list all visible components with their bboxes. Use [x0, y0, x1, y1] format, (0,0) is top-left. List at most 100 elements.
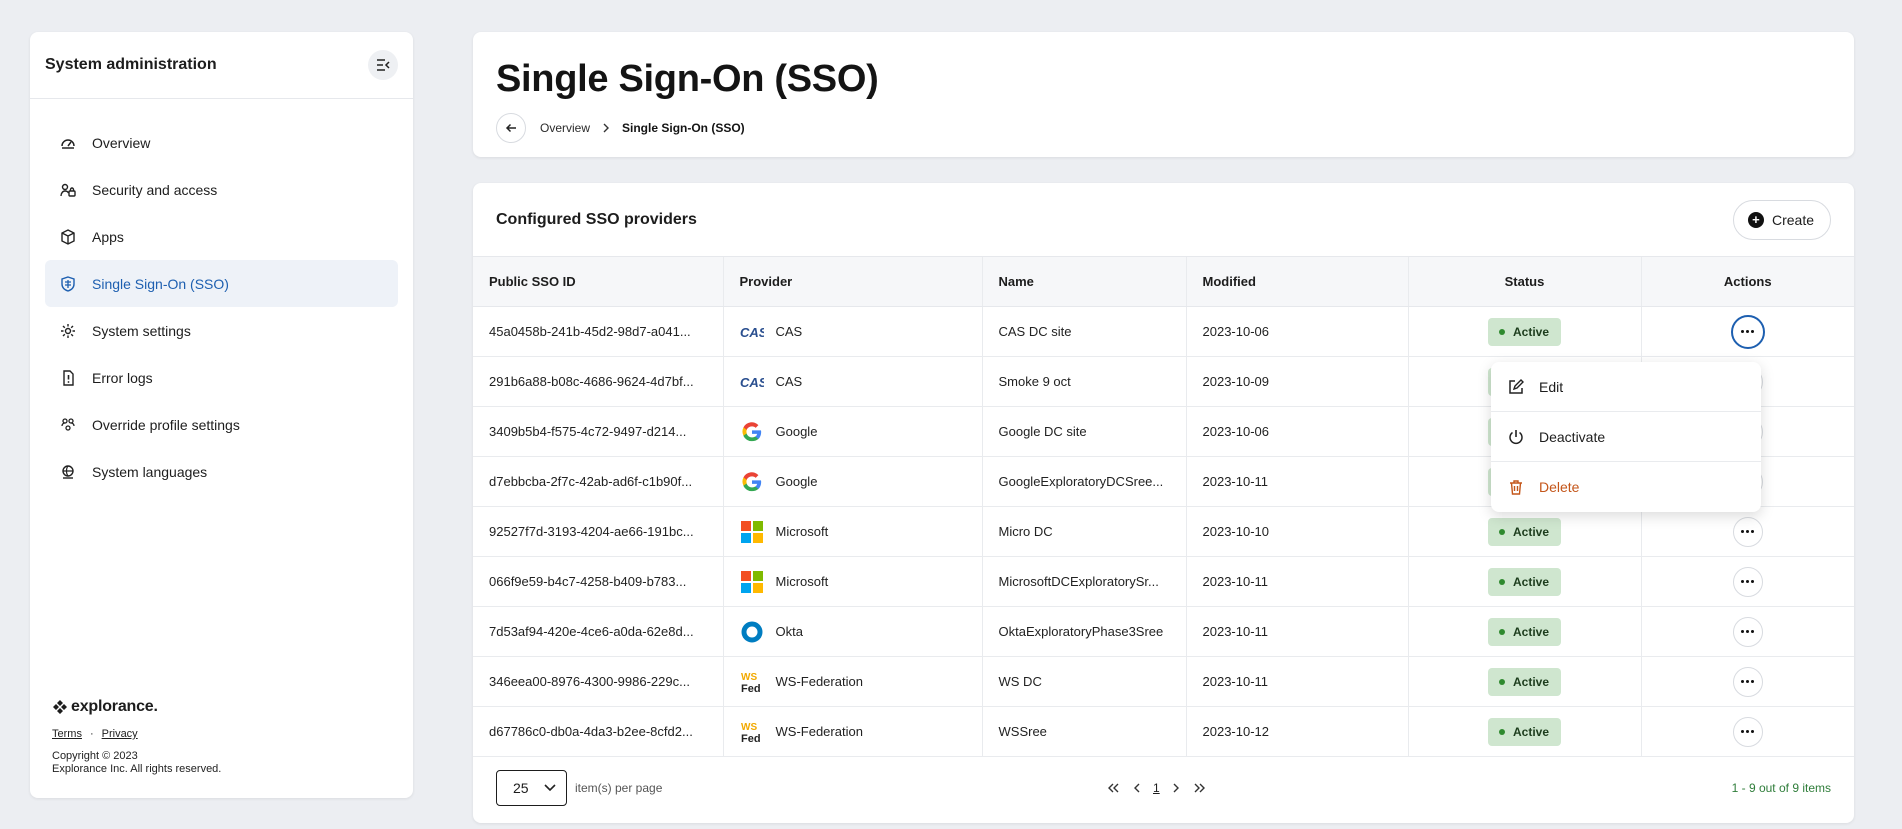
cell-name: Google DC site — [981, 406, 1186, 457]
status-dot-icon — [1498, 328, 1505, 335]
sidebar-item-apps[interactable]: Apps — [45, 213, 398, 260]
row-actions-button[interactable] — [1730, 314, 1765, 349]
column-header-public-id[interactable]: Public SSO ID — [473, 256, 723, 307]
last-page-icon[interactable] — [1188, 776, 1212, 800]
sidebar-item-sso[interactable]: Single Sign-On (SSO) — [45, 260, 398, 307]
copyright-line: Explorance Inc. All rights reserved. — [52, 763, 222, 775]
more-dot — [1746, 530, 1750, 533]
page-number[interactable]: 1 — [1149, 781, 1164, 795]
status-badge: Active — [1487, 567, 1562, 596]
prev-page-icon[interactable] — [1125, 776, 1149, 800]
sidebar-item-overview[interactable]: Overview — [45, 119, 398, 166]
pagination: 25 item(s) per page 1 1 - 9 out of 9 ite… — [473, 753, 1854, 823]
cell-public-id: 45a0458b-241b-45d2-98d7-a041... — [473, 306, 723, 357]
page-navigation: 1 — [1101, 776, 1212, 800]
column-header-modified[interactable]: Modified — [1185, 256, 1408, 307]
cell-provider: WS Fed WS-Federation — [722, 706, 982, 757]
cell-public-id: 291b6a88-b08c-4686-9624-4d7bf... — [473, 356, 723, 407]
brand-name: explorance. — [71, 698, 158, 715]
column-header-status[interactable]: Status — [1407, 256, 1641, 307]
trash-icon — [1507, 478, 1525, 496]
ws-federation-logo-icon: WSFed — [741, 672, 761, 694]
cell-status: Active — [1407, 506, 1641, 557]
cell-name: CAS DC site — [981, 306, 1186, 357]
provider-logo: WS Fed — [740, 720, 764, 744]
page-title: Single Sign-On (SSO) — [496, 58, 879, 100]
cell-modified: 2023-10-06 — [1185, 306, 1408, 357]
provider-name: Microsoft — [775, 524, 829, 539]
cell-modified: 2023-10-12 — [1185, 706, 1408, 757]
back-button[interactable] — [496, 113, 526, 143]
column-header-name[interactable]: Name — [981, 256, 1186, 307]
status-label: Active — [1512, 624, 1550, 639]
cell-status: Active — [1407, 556, 1641, 607]
table-row: 346eea00-8976-4300-9986-229c... WS Fed WS-F… — [473, 656, 1854, 707]
breadcrumb: Overview Single Sign-On (SSO) — [496, 113, 745, 143]
sidebar-item-system-settings[interactable]: System settings — [45, 307, 398, 354]
more-dot — [1746, 330, 1750, 333]
table-row: 7d53af94-420e-4ce6-a0da-62e8d... Okta Okta… — [473, 606, 1854, 657]
status-label: Active — [1512, 674, 1550, 689]
provider-name: Microsoft — [775, 574, 829, 589]
first-page-icon[interactable] — [1101, 776, 1125, 800]
globe-icon — [60, 464, 76, 480]
sidebar-item-security[interactable]: Security and access — [45, 166, 398, 213]
row-actions-button[interactable] — [1732, 616, 1763, 647]
provider-wrap: WS Fed WS-Federation — [740, 670, 966, 694]
provider-name: Google — [775, 424, 818, 439]
provider-logo: CAS — [740, 320, 764, 344]
sidebar-item-label: Overview — [92, 134, 151, 151]
menu-item-edit[interactable]: Edit — [1491, 362, 1761, 412]
cell-actions — [1640, 556, 1854, 607]
more-dot — [1751, 730, 1755, 733]
cell-status: Active — [1407, 656, 1641, 707]
row-actions-button[interactable] — [1732, 516, 1763, 547]
table-row: 45a0458b-241b-45d2-98d7-a041...CASCASCAS… — [473, 306, 1854, 357]
svg-text:CAS: CAS — [740, 375, 764, 389]
microsoft-logo-icon — [740, 520, 763, 543]
status-badge: Active — [1487, 317, 1562, 346]
table-row: 066f9e59-b4c7-4258-b409-b783... Microsoft… — [473, 556, 1854, 607]
cell-actions — [1640, 606, 1854, 657]
status-dot-icon — [1498, 678, 1505, 685]
cell-provider: WS Fed WS-Federation — [722, 656, 982, 707]
row-actions-button[interactable] — [1732, 566, 1763, 597]
sidebar-header: System administration — [30, 32, 413, 99]
cell-modified: 2023-10-09 — [1185, 356, 1408, 407]
next-page-icon[interactable] — [1164, 776, 1188, 800]
sidebar-item-system-languages[interactable]: System languages — [45, 448, 398, 495]
menu-item-delete[interactable]: Delete — [1491, 462, 1761, 512]
menu-item-label: Edit — [1539, 378, 1564, 395]
per-page-value: 25 — [513, 780, 529, 796]
more-dot — [1751, 580, 1755, 583]
create-button[interactable]: + Create — [1732, 199, 1831, 240]
cell-name: MicrosoftDCExploratorySr... — [981, 556, 1186, 607]
microsoft-logo-icon — [740, 570, 763, 593]
cell-provider: Okta — [722, 606, 982, 657]
svg-text:Fed: Fed — [741, 683, 761, 694]
privacy-link[interactable]: Privacy — [102, 728, 138, 740]
row-actions-button[interactable] — [1732, 666, 1763, 697]
sidebar-item-override-profile[interactable]: Override profile settings — [45, 401, 398, 448]
cell-public-id: d7ebbcba-2f7c-42ab-ad6f-c1b90f... — [473, 456, 723, 507]
sidebar-footer: explorance. Terms · Privacy Copyright © … — [52, 698, 221, 776]
per-page-label: item(s) per page — [575, 781, 663, 795]
cell-public-id: 92527f7d-3193-4204-ae66-191bc... — [473, 506, 723, 557]
status-badge: Active — [1487, 517, 1562, 546]
gauge-icon — [60, 135, 76, 151]
column-header-provider[interactable]: Provider — [722, 256, 982, 307]
per-page-select[interactable]: 25 — [496, 770, 567, 806]
provider-wrap: CAS CAS — [740, 370, 966, 394]
collapse-sidebar-button[interactable] — [368, 50, 398, 80]
collapse-menu-icon — [377, 59, 390, 71]
menu-item-deactivate[interactable]: Deactivate — [1491, 412, 1761, 462]
breadcrumb-overview-link[interactable]: Overview — [540, 121, 590, 135]
row-actions-button[interactable] — [1732, 716, 1763, 747]
sidebar-item-error-logs[interactable]: Error logs — [45, 354, 398, 401]
status-dot-icon — [1498, 628, 1505, 635]
provider-wrap: Microsoft — [740, 520, 966, 544]
terms-link[interactable]: Terms — [52, 728, 82, 740]
more-dot — [1751, 630, 1755, 633]
provider-wrap: Google — [740, 470, 966, 494]
card-header: Configured SSO providers + Create — [473, 183, 1854, 256]
